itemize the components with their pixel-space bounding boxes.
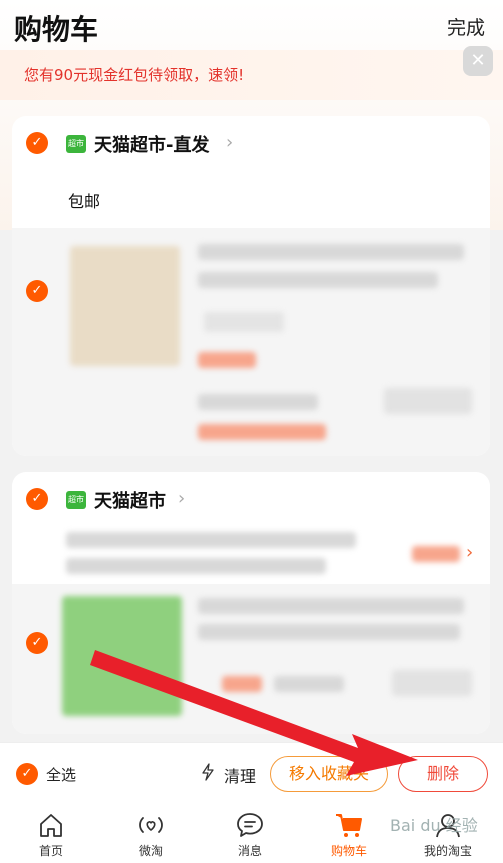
product-price <box>198 352 256 368</box>
shipping-label: 包邮 <box>68 192 101 211</box>
tab-label: 消息 <box>237 844 262 858</box>
page-title: 购物车 <box>14 13 99 46</box>
promo-banner[interactable]: 您有90元现金红包待领取，速领! <box>0 50 503 100</box>
home-icon <box>40 814 62 837</box>
tab-label: 微淘 <box>138 844 163 858</box>
tab-messages[interactable]: 消息 <box>205 804 295 863</box>
quantity-stepper[interactable] <box>392 670 472 696</box>
shop-promo-line2 <box>66 558 326 574</box>
product-weight <box>274 676 344 692</box>
delete-button[interactable]: 删除 <box>398 756 488 792</box>
supermarket-badge-icon: 超市 <box>66 491 86 509</box>
product-weight <box>198 394 318 410</box>
shop-promo-line <box>66 532 356 548</box>
shop-card: ✓ 超市 天猫超市 › › ✓ <box>12 472 490 734</box>
supermarket-badge-icon: 超市 <box>66 135 86 153</box>
select-all-label[interactable]: 全选 <box>46 764 76 785</box>
quantity-stepper[interactable] <box>384 388 472 414</box>
close-icon[interactable]: ✕ <box>463 46 493 76</box>
cart-icon <box>336 814 362 837</box>
shop-promo-link[interactable] <box>412 546 460 562</box>
product-title[interactable] <box>198 598 464 614</box>
header: 购物车 完成 <box>0 0 503 50</box>
tab-weitao[interactable]: 微淘 <box>106 804 196 863</box>
promo-text: 您有90元现金红包待领取，速领! <box>24 66 245 84</box>
chevron-right-icon[interactable]: › <box>178 488 185 509</box>
tab-label: 购物车 <box>330 844 367 858</box>
product-title-line2 <box>198 624 460 640</box>
shop-checkbox[interactable]: ✓ <box>26 488 48 510</box>
tab-label: 首页 <box>38 844 63 858</box>
product-title[interactable] <box>198 244 464 260</box>
shop-checkbox[interactable]: ✓ <box>26 132 48 154</box>
product-image[interactable] <box>62 596 182 716</box>
lightning-icon[interactable] <box>200 763 216 785</box>
product-title-line2 <box>198 272 438 288</box>
message-icon <box>237 813 263 837</box>
select-all-checkbox[interactable]: ✓ <box>16 763 38 785</box>
cart-action-bar: ✓ 全选 清理 移入收藏夹 删除 <box>0 742 503 804</box>
item-checkbox[interactable]: ✓ <box>26 632 48 654</box>
tab-label: 我的淘宝 <box>423 844 472 858</box>
product-promo <box>198 424 326 440</box>
shop-card: ✓ 超市 天猫超市-直发 › 包邮 ✓ <box>12 116 490 456</box>
shop-name[interactable]: 天猫超市 <box>94 487 166 513</box>
product-price <box>222 676 262 692</box>
tab-cart[interactable]: 购物车 <box>304 804 394 863</box>
product-spec[interactable] <box>204 312 284 332</box>
watermark: Bai du 经验 <box>390 816 478 835</box>
shop-name[interactable]: 天猫超市-直发 <box>94 131 209 157</box>
chevron-right-icon[interactable]: › <box>466 542 473 563</box>
move-to-favorites-button[interactable]: 移入收藏夹 <box>270 756 388 792</box>
product-image[interactable] <box>70 246 180 366</box>
chevron-right-icon[interactable]: › <box>226 132 233 153</box>
tab-home[interactable]: 首页 <box>6 804 96 863</box>
cart-item[interactable]: ✓ <box>12 584 490 734</box>
done-button[interactable]: 完成 <box>447 13 485 40</box>
item-checkbox[interactable]: ✓ <box>26 280 48 302</box>
cart-item[interactable]: ✓ <box>12 228 490 456</box>
broadcast-icon <box>139 817 163 833</box>
clean-button[interactable]: 清理 <box>224 763 256 787</box>
